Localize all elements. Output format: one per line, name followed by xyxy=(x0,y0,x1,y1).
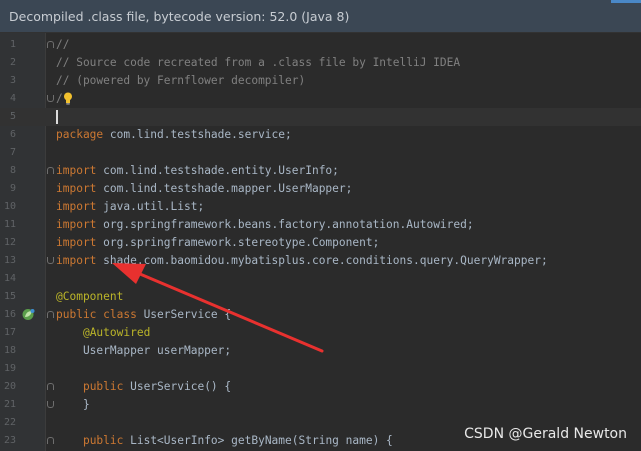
watermark: CSDN @Gerald Newton xyxy=(464,426,627,442)
red-arrow-annotation xyxy=(112,263,324,353)
